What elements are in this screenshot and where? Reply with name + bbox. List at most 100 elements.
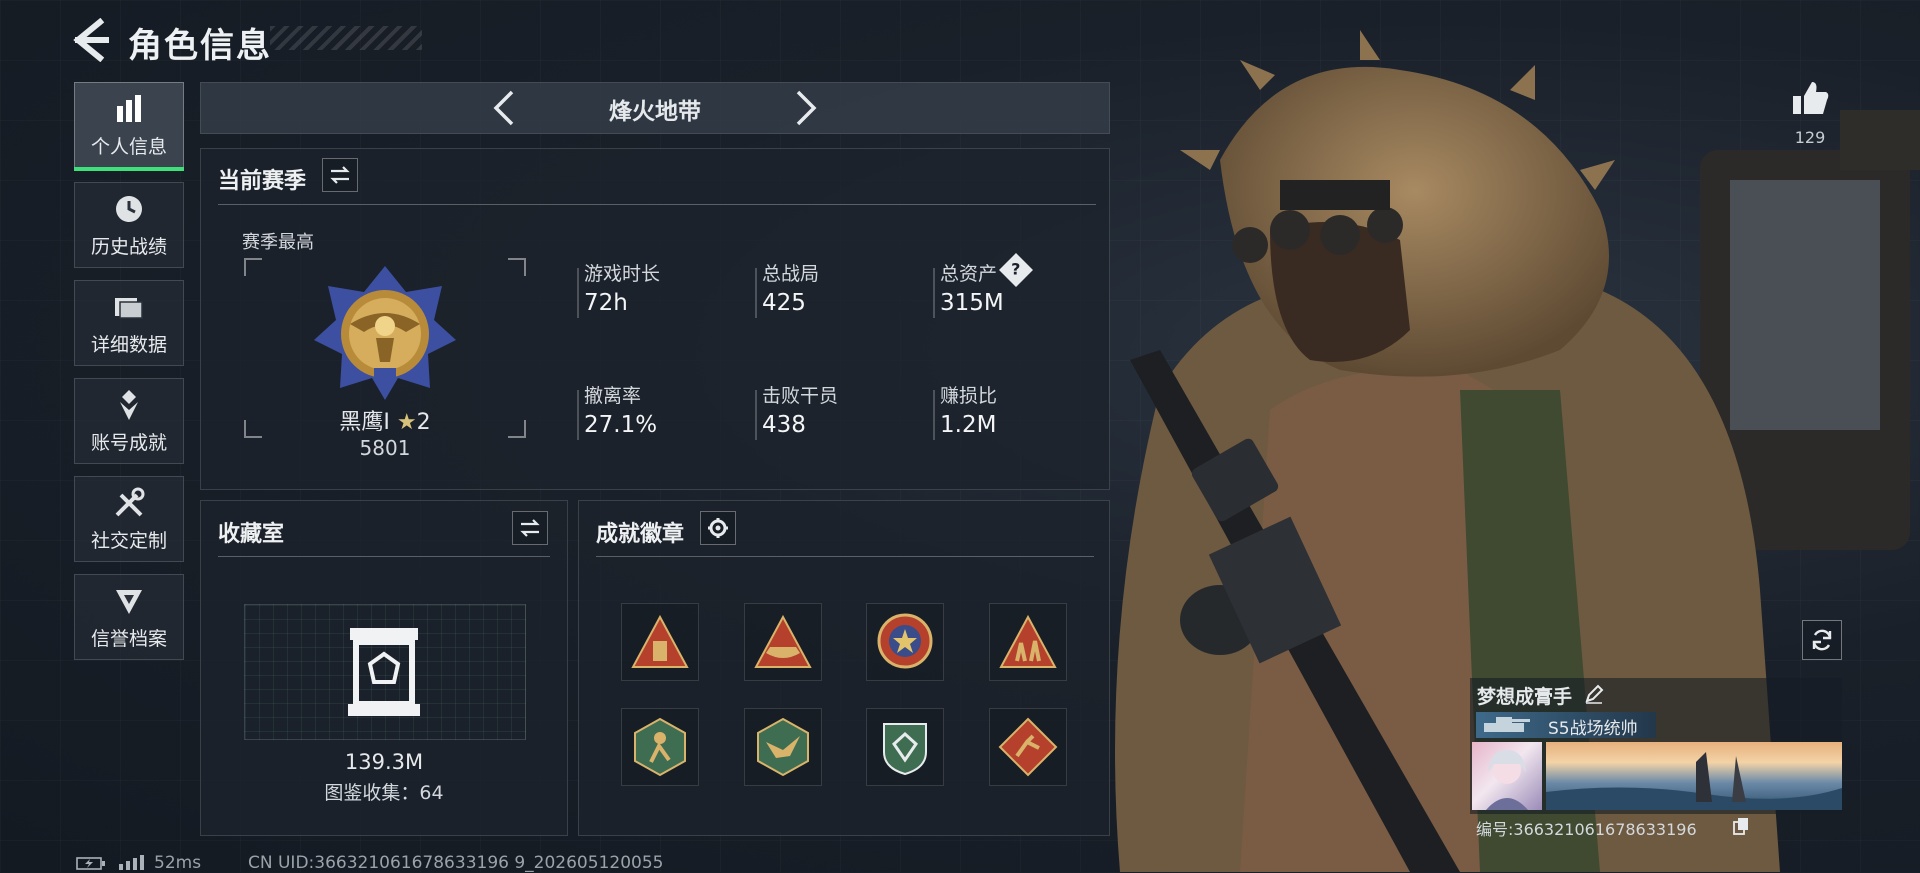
like-button[interactable]	[1790, 78, 1830, 118]
pyramid-badge-icon	[631, 614, 689, 668]
stat-value-profit-ratio: 1.2M	[940, 412, 997, 438]
star-icon: ★	[396, 410, 417, 435]
achievement-badge[interactable]	[989, 708, 1067, 786]
rank-name-row: 黑鹰Ⅰ ★2	[290, 404, 480, 436]
sidebar-item-credit[interactable]: 信誉档案	[74, 574, 184, 660]
swap-icon	[520, 519, 540, 537]
stat-value-extract-rate: 27.1%	[584, 412, 658, 438]
season-switch-button[interactable]	[322, 158, 358, 192]
achievement-badge[interactable]	[866, 603, 944, 681]
boat-badge-icon	[754, 614, 812, 668]
season-title: 当前赛季	[218, 169, 307, 194]
divider	[218, 204, 1096, 205]
help-icon: ?	[1011, 260, 1021, 279]
tank-icon	[1484, 717, 1530, 732]
sidebar-item-achievements[interactable]: 账号成就	[74, 378, 184, 464]
shield-badge-icon	[883, 723, 927, 776]
runner-diamond-badge-icon	[998, 717, 1058, 777]
sidebar-item-label: 个人信息	[90, 135, 167, 158]
rotate-view-button[interactable]	[1802, 620, 1842, 660]
frame-corner	[508, 258, 526, 276]
title-decoration	[270, 26, 422, 50]
achievement-badge[interactable]	[989, 603, 1067, 681]
sidebar-item-label: 详细数据	[90, 333, 167, 356]
history-icon	[116, 195, 142, 222]
signal-icon	[119, 855, 144, 870]
divider	[596, 556, 1094, 557]
rank-score: 5801	[359, 436, 411, 460]
sidebar-item-label: 历史战绩	[90, 235, 167, 258]
folder-icon	[115, 297, 143, 319]
achievement-badge[interactable]	[744, 708, 822, 786]
star-medal-badge-icon	[877, 613, 933, 669]
player-name: 梦想成膏手	[1477, 686, 1573, 708]
soldiers-badge-icon	[999, 614, 1057, 668]
achievement-icon	[120, 389, 138, 420]
achievements-title: 成就徽章	[596, 522, 685, 547]
refresh-icon	[1812, 629, 1832, 651]
achievement-badge[interactable]	[621, 603, 699, 681]
tools-icon	[115, 487, 145, 516]
sidebar-item-history[interactable]: 历史战绩	[74, 182, 184, 268]
achievements-settings-button[interactable]	[700, 511, 736, 545]
player-title: S5战场统帅	[1548, 719, 1638, 739]
achievement-badge[interactable]	[744, 603, 822, 681]
player-id: 编号:366321061678633196	[1476, 820, 1697, 839]
hex-bird-badge-icon	[757, 717, 809, 777]
stat-label-assets: 总资产	[940, 263, 998, 285]
stat-divider	[577, 390, 579, 440]
ping-value: 52ms	[154, 853, 202, 873]
mode-title: 烽火地带	[609, 99, 701, 125]
stat-label-extract-rate: 撤离率	[584, 385, 642, 407]
stat-divider	[933, 268, 935, 318]
edit-name-button[interactable]	[1584, 684, 1604, 704]
achievement-badge[interactable]	[866, 708, 944, 786]
collection-value: 139.3M	[344, 750, 424, 774]
next-mode-button[interactable]	[790, 88, 820, 128]
sidebar-item-details[interactable]: 详细数据	[74, 280, 184, 366]
stat-value-kills: 438	[762, 412, 806, 438]
player-avatar[interactable]	[1472, 742, 1542, 810]
rank-name: 黑鹰Ⅰ	[339, 410, 390, 435]
swap-icon	[330, 166, 350, 184]
stat-label-matches: 总战局	[762, 263, 820, 285]
stat-divider	[755, 390, 757, 440]
frame-corner	[244, 258, 262, 276]
stat-label-playtime: 游戏时长	[584, 263, 661, 285]
banner-art	[1546, 752, 1842, 810]
stat-divider	[577, 268, 579, 318]
sidebar-item-label: 账号成就	[90, 431, 167, 454]
back-button[interactable]	[72, 18, 112, 62]
credit-icon	[116, 589, 142, 614]
stat-value-matches: 425	[762, 290, 806, 316]
sidebar-item-label: 信誉档案	[90, 627, 167, 650]
stat-value-playtime: 72h	[584, 290, 628, 316]
prev-mode-button[interactable]	[490, 88, 520, 128]
season-best-label: 赛季最高	[242, 232, 314, 253]
uid-text: CN UID:366321061678633196 9_202605120055	[248, 853, 664, 873]
avatar	[1486, 750, 1528, 810]
gear-icon	[708, 518, 728, 538]
divider	[218, 556, 550, 557]
like-count: 129	[1794, 128, 1826, 147]
stat-divider	[755, 268, 757, 318]
stat-label-profit-ratio: 赚损比	[940, 385, 998, 407]
achievement-badge[interactable]	[621, 708, 699, 786]
frame-corner	[508, 420, 526, 438]
sidebar-item-profile[interactable]: 个人信息	[74, 82, 184, 171]
hex-runner-badge-icon	[634, 717, 686, 777]
player-banner[interactable]	[1546, 742, 1842, 810]
stat-label-kills: 击败干员	[762, 385, 839, 407]
sidebar-item-label: 社交定制	[90, 529, 167, 552]
page-title: 角色信息	[128, 26, 272, 66]
rank-emblem-icon	[314, 266, 456, 400]
bar-chart-icon	[117, 94, 141, 122]
display-case-icon	[348, 628, 420, 716]
collection-switch-button[interactable]	[512, 511, 548, 545]
frame-corner	[244, 420, 262, 438]
stat-value-assets: 315M	[940, 290, 1004, 316]
sidebar-item-social[interactable]: 社交定制	[74, 476, 184, 562]
rank-stars: 2	[416, 410, 431, 435]
battery-icon	[76, 857, 105, 870]
copy-id-button[interactable]	[1732, 817, 1750, 835]
